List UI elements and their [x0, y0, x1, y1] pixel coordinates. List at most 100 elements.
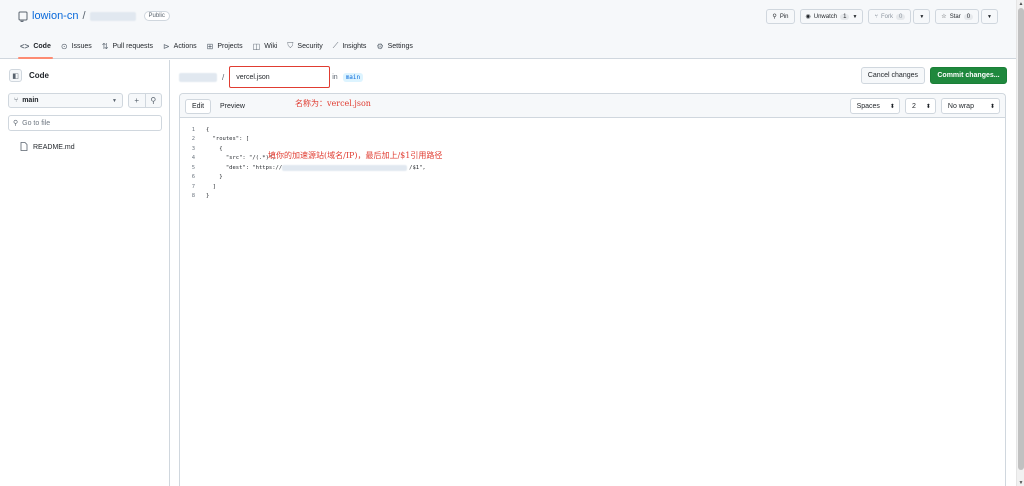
tab-projects[interactable]: ⊞ Projects	[207, 37, 243, 55]
line-content: }	[206, 193, 210, 200]
redacted-url	[282, 164, 408, 171]
line-content: "routes": [	[206, 136, 250, 143]
path-separator: /	[222, 72, 225, 82]
tab-label: Insights	[342, 42, 367, 50]
line-number: 3	[191, 145, 195, 152]
line-content: }	[206, 174, 223, 181]
branch-name: main	[22, 97, 39, 104]
page-scrollbar[interactable]: ▲ ▼	[1016, 0, 1024, 486]
watch-count: 1	[840, 13, 850, 20]
table-icon: ⊞	[206, 41, 214, 51]
fork-menu-button[interactable]: ▼	[913, 9, 931, 24]
go-to-file-placeholder: Go to file	[22, 119, 51, 127]
scroll-up-arrow-icon[interactable]: ▲	[1017, 0, 1024, 7]
chevron-down-icon: ▼	[919, 13, 925, 20]
line-number: 2	[191, 136, 195, 143]
tab-edit[interactable]: Edit	[185, 99, 212, 114]
tab-security[interactable]: ⛉ Security	[287, 37, 322, 55]
chevron-down-icon: ▼	[852, 13, 858, 20]
search-icon[interactable]: ⚲	[144, 94, 162, 107]
wrap-mode-value: No wrap	[947, 102, 974, 110]
code-editor: Edit Preview 名称为：vercel.json Spaces ⬍ 2 …	[179, 93, 1006, 486]
star-count: 0	[963, 13, 974, 20]
book-icon: ◫	[252, 41, 261, 51]
eye-icon: ◉	[805, 14, 811, 20]
code-line: 1{	[180, 125, 1005, 135]
sidebar-title: Code	[29, 71, 49, 80]
select-arrows-icon: ⬍	[889, 103, 895, 110]
indent-mode-select[interactable]: Spaces ⬍	[849, 98, 900, 114]
fork-group: ⑂ Fork 0 ▼	[868, 9, 931, 24]
editor-toolbar: Edit Preview 名称为：vercel.json Spaces ⬍ 2 …	[180, 94, 1005, 118]
tab-label: Code	[33, 42, 51, 50]
wrap-mode-select[interactable]: No wrap ⬍	[940, 98, 1000, 114]
branch-selector[interactable]: ⑂ main ▼	[8, 93, 123, 108]
unwatch-button[interactable]: ◉ Unwatch 1 ▼	[799, 9, 864, 24]
file-path-row: / vercel.json in main	[179, 66, 364, 88]
redacted-repo-crumb[interactable]	[179, 72, 217, 82]
tab-preview[interactable]: Preview	[214, 99, 251, 114]
issue-icon: ⊙	[60, 41, 68, 51]
file-icon	[20, 142, 28, 153]
star-menu-button[interactable]: ▼	[981, 9, 998, 24]
gear-icon: ⚙	[376, 41, 384, 51]
repo-title: lowion-cn / Public	[17, 10, 170, 22]
tab-label: Pull requests	[112, 42, 153, 50]
visibility-badge: Public	[143, 11, 170, 21]
branch-icon: ⑂	[14, 97, 19, 104]
play-icon: ⊳	[162, 41, 170, 51]
indent-size-select[interactable]: 2 ⬍	[904, 98, 936, 114]
repo-separator: /	[82, 10, 86, 22]
chevron-down-icon: ▼	[112, 97, 117, 104]
line-number: 6	[191, 174, 195, 181]
tab-label: Actions	[173, 42, 197, 50]
shield-icon: ⛉	[287, 41, 294, 50]
line-number: 1	[191, 126, 195, 133]
line-content: {	[206, 126, 210, 133]
scroll-down-arrow-icon[interactable]: ▼	[1017, 479, 1024, 486]
go-to-file-input[interactable]: ⚲ Go to file	[8, 115, 162, 131]
redacted-repo-name[interactable]	[89, 11, 136, 21]
pin-button[interactable]: ⚲ Pin	[766, 9, 795, 24]
code-line: 2 "routes": [	[180, 135, 1005, 145]
file-tree-item[interactable]: README.md	[20, 142, 75, 153]
tab-settings[interactable]: ⚙ Settings	[376, 37, 412, 55]
tab-issues[interactable]: ⊙ Issues	[61, 37, 92, 55]
repo-icon	[17, 10, 28, 22]
fork-button[interactable]: ⑂ Fork 0	[868, 9, 912, 24]
cancel-changes-button[interactable]: Cancel changes	[860, 67, 925, 84]
tab-wiki[interactable]: ◫ Wiki	[253, 37, 278, 55]
tab-insights[interactable]: ⟋ Insights	[333, 37, 367, 55]
file-name: README.md	[33, 144, 75, 151]
sidebar-header: ◧ Code	[9, 69, 49, 82]
repo-nav-tabs: <> Code ⊙ Issues ⇅ Pull requests ⊳ Actio…	[18, 37, 413, 59]
code-line: 5 "dest": "https:// /$1",	[180, 163, 1005, 173]
repo-owner-link[interactable]: lowion-cn	[32, 10, 78, 22]
tab-label: Wiki	[264, 42, 278, 50]
tab-actions[interactable]: ⊳ Actions	[163, 37, 197, 55]
line-content-suffix: /$1",	[409, 164, 426, 171]
star-button[interactable]: ☆ Star 0	[935, 9, 980, 24]
line-content: {	[206, 145, 223, 152]
fork-count: 0	[896, 13, 906, 20]
unwatch-label: Unwatch	[813, 13, 838, 20]
add-file-icon[interactable]: +	[129, 94, 145, 107]
indent-size-value: 2	[911, 102, 916, 110]
tab-code[interactable]: <> Code	[18, 37, 53, 59]
pin-icon: ⚲	[772, 14, 777, 20]
graph-icon: ⟋	[332, 41, 339, 50]
tab-label: Security	[297, 42, 323, 50]
code-area[interactable]: 1{ 2 "routes": [ 3 { 4 "src": "/(.*)", 5…	[180, 125, 1005, 201]
tab-pull-requests[interactable]: ⇅ Pull requests	[102, 37, 153, 55]
fork-label: Fork	[881, 13, 893, 20]
line-content: "src": "/(.*)",	[206, 155, 276, 162]
sidebar-collapse-icon[interactable]: ◧	[9, 69, 22, 82]
code-icon: <>	[20, 41, 30, 51]
file-tree-sidebar: ◧ Code ⑂ main ▼ + ⚲ ⚲ Go to file README.…	[0, 60, 170, 486]
editor-settings: Spaces ⬍ 2 ⬍ No wrap ⬍	[849, 98, 1000, 114]
commit-changes-button[interactable]: Commit changes...	[930, 67, 1007, 84]
code-line: 7 ]	[180, 182, 1005, 192]
filename-input[interactable]: vercel.json	[229, 66, 331, 88]
scroll-thumb[interactable]	[1018, 8, 1024, 470]
code-line: 6 }	[180, 173, 1005, 183]
